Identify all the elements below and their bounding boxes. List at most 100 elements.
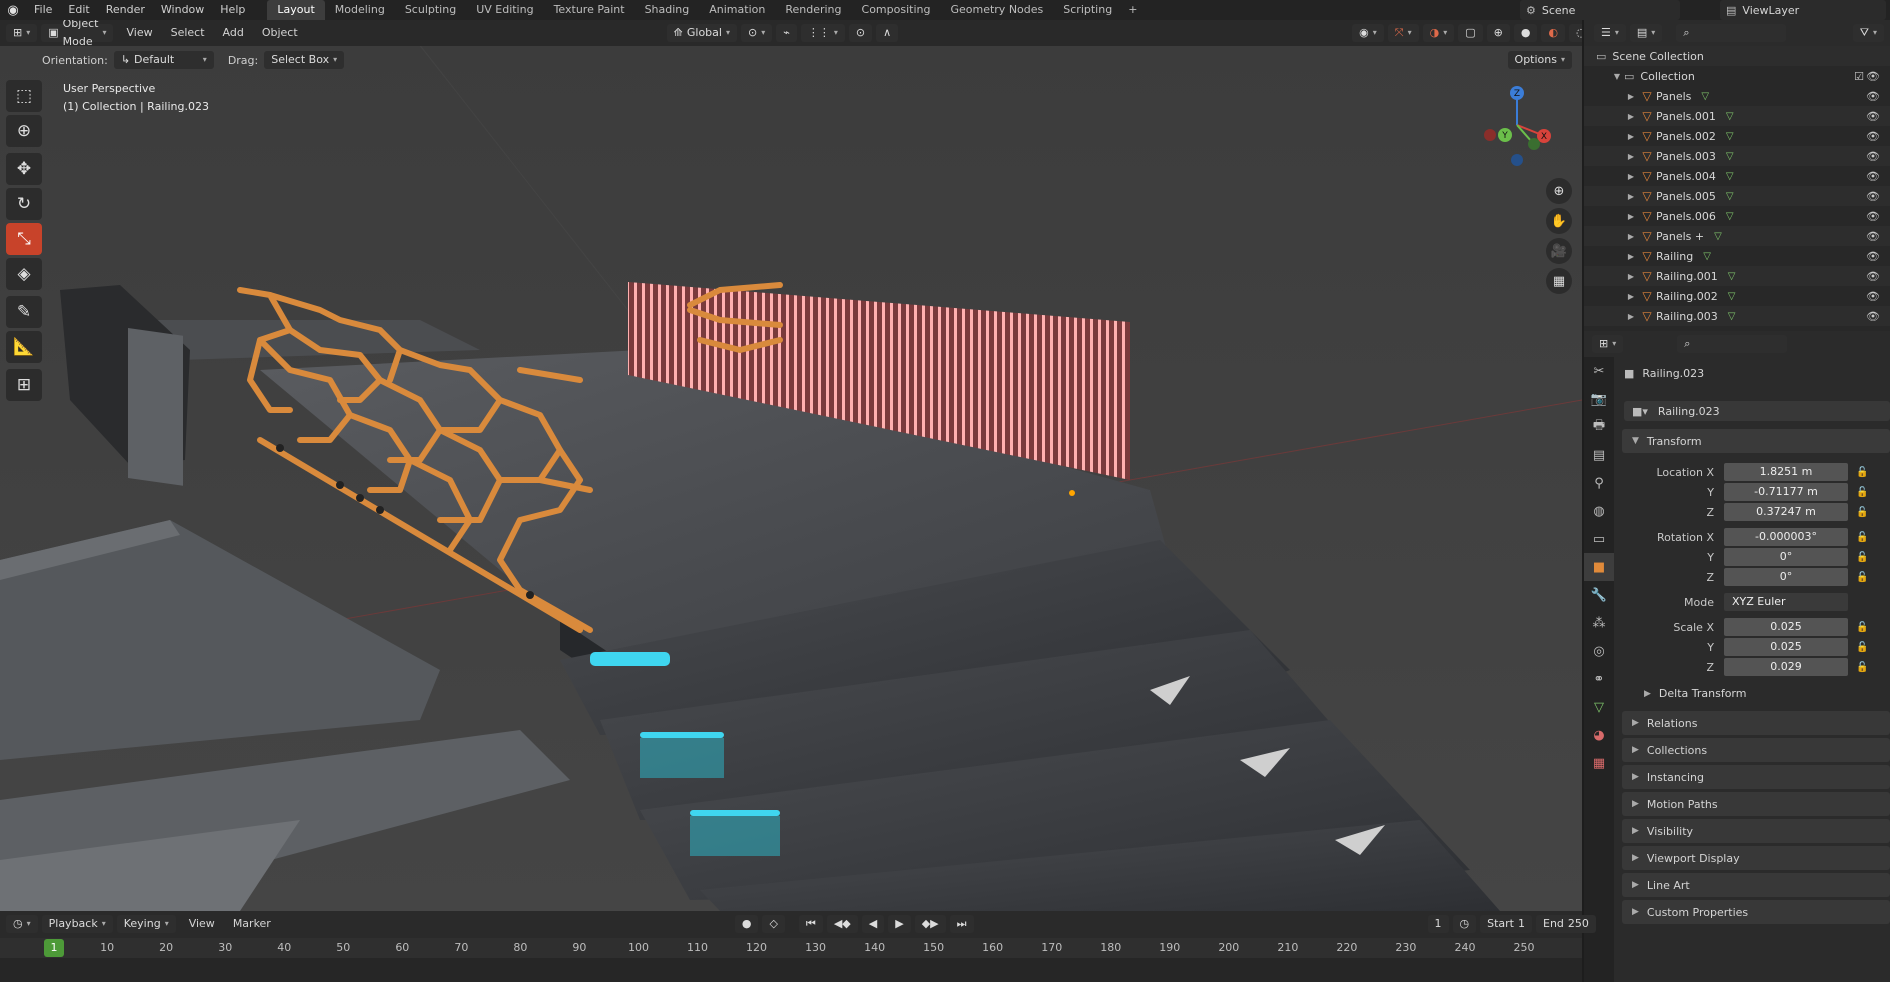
shading-solid-icon[interactable]: ●: [1513, 24, 1538, 42]
outliner-item[interactable]: ▶ ▽ Panels ▽ 👁: [1584, 86, 1890, 106]
eye-icon[interactable]: 👁: [1866, 110, 1880, 123]
lock-icon[interactable]: 🔓: [1856, 622, 1868, 633]
location-y-field[interactable]: -0.71177 m: [1724, 483, 1848, 501]
lock-icon[interactable]: 🔓: [1856, 532, 1868, 543]
expand-icon[interactable]: ▶: [1624, 292, 1638, 301]
timeline-menu-view[interactable]: View: [180, 911, 224, 937]
options-dropdown[interactable]: Options ▾: [1507, 51, 1572, 69]
expand-icon[interactable]: ▶: [1624, 272, 1638, 281]
panel-motion-paths[interactable]: ▶ Motion Paths: [1622, 792, 1890, 816]
expand-icon[interactable]: ▼: [1610, 72, 1624, 81]
expand-icon[interactable]: ▶: [1624, 92, 1638, 101]
viewport-menu-add[interactable]: Add: [214, 20, 253, 46]
eye-icon[interactable]: 👁: [1866, 70, 1880, 83]
mesh-data-icon[interactable]: ▽: [1726, 151, 1734, 162]
outliner-item[interactable]: ▶ ▽ Panels.003 ▽ 👁: [1584, 146, 1890, 166]
transform-orientation-dropdown[interactable]: ⟰ Global ▾: [666, 24, 737, 42]
play-icon[interactable]: ▶: [888, 915, 911, 933]
expand-icon[interactable]: ▶: [1624, 132, 1638, 141]
expand-icon[interactable]: ▶: [1624, 152, 1638, 161]
select-box-icon[interactable]: ⬚: [6, 80, 42, 112]
panel-visibility[interactable]: ▶ Visibility: [1622, 819, 1890, 843]
world-tab-icon[interactable]: ◍: [1584, 497, 1614, 525]
modifier-tab-icon[interactable]: 🔧: [1584, 581, 1614, 609]
outliner-item[interactable]: ▶ ▽ Railing ▽ 👁: [1584, 246, 1890, 266]
lock-icon[interactable]: 🔓: [1856, 507, 1868, 518]
mesh-data-icon[interactable]: ▽: [1728, 311, 1736, 322]
rotation-y-field[interactable]: 0°: [1724, 548, 1848, 566]
tool-tab-icon[interactable]: ✂: [1584, 357, 1614, 385]
visibility-dropdown[interactable]: ◉ ▾: [1352, 24, 1384, 42]
expand-icon[interactable]: ▶: [1624, 312, 1638, 321]
tab-animation[interactable]: Animation: [699, 0, 775, 20]
current-frame-field[interactable]: 1: [1427, 915, 1449, 933]
outliner-item[interactable]: ▶ ▽ Panels.006 ▽ 👁: [1584, 206, 1890, 226]
lock-icon[interactable]: 🔓: [1856, 552, 1868, 563]
outliner-item[interactable]: ▶ ▽ Panels.002 ▽ 👁: [1584, 126, 1890, 146]
record-icon[interactable]: ●: [734, 915, 759, 933]
tab-uv-editing[interactable]: UV Editing: [466, 0, 543, 20]
gizmo-toggle-icon[interactable]: ⤧ ▾: [1387, 24, 1419, 42]
tab-rendering[interactable]: Rendering: [775, 0, 851, 20]
view-layer-tab-icon[interactable]: ▤: [1584, 441, 1614, 469]
keying-dropdown[interactable]: Keying ▾: [116, 915, 176, 933]
checkbox-icon[interactable]: ☑: [1854, 70, 1864, 83]
menu-edit[interactable]: Edit: [60, 0, 97, 20]
scale-x-field[interactable]: 0.025: [1724, 618, 1848, 636]
tab-scripting[interactable]: Scripting: [1053, 0, 1122, 20]
scale-z-field[interactable]: 0.029: [1724, 658, 1848, 676]
outliner-item[interactable]: ▶ ▽ Railing.002 ▽ 👁: [1584, 286, 1890, 306]
drag-dropdown[interactable]: Select Box ▾: [264, 51, 345, 69]
render-tab-icon[interactable]: 📷: [1584, 385, 1614, 413]
rotation-x-field[interactable]: -0.000003°: [1724, 528, 1848, 546]
mode-dropdown[interactable]: ▣ Object Mode ▾: [41, 20, 114, 48]
3d-viewport[interactable]: ⊞ ▾ ▣ Object Mode ▾ View Select Add Object …: [0, 20, 1582, 911]
mesh-data-icon[interactable]: ▽: [1726, 211, 1734, 222]
scale-y-field[interactable]: 0.025: [1724, 638, 1848, 656]
location-z-field[interactable]: 0.37247 m: [1724, 503, 1848, 521]
menu-help[interactable]: Help: [212, 0, 253, 20]
menu-window[interactable]: Window: [153, 0, 212, 20]
scene-collection-row[interactable]: ▭ Scene Collection: [1584, 46, 1890, 66]
lock-icon[interactable]: 🔓: [1856, 487, 1868, 498]
eye-icon[interactable]: 👁: [1866, 90, 1880, 103]
menu-render[interactable]: Render: [98, 0, 153, 20]
shading-rendered-icon[interactable]: ◌▾: [1569, 24, 1582, 42]
panel-viewport-display[interactable]: ▶ Viewport Display: [1622, 846, 1890, 870]
tab-compositing[interactable]: Compositing: [852, 0, 941, 20]
falloff-icon[interactable]: ∧: [876, 24, 899, 42]
panel-custom-properties[interactable]: ▶ Custom Properties: [1622, 900, 1890, 924]
timeline-editor-type[interactable]: ◷ ▾: [6, 915, 38, 933]
collection-tab-icon[interactable]: ▭: [1584, 525, 1614, 553]
mesh-data-icon[interactable]: ▽: [1726, 171, 1734, 182]
xray-icon[interactable]: ▢: [1458, 24, 1483, 42]
collection-row[interactable]: ▼ ▭ Collection ☑ 👁: [1584, 66, 1890, 86]
grid-icon[interactable]: ▦: [1546, 268, 1572, 294]
view-layer-selector[interactable]: ▤ ViewLayer: [1720, 0, 1886, 20]
frame-ruler[interactable]: 1102030405060708090100110120130140150160…: [0, 938, 1582, 958]
move-icon[interactable]: ✥: [6, 153, 42, 185]
proportional-edit-icon[interactable]: ⊙: [848, 24, 873, 42]
mesh-data-icon[interactable]: ▽: [1728, 271, 1736, 282]
measure-icon[interactable]: 📐: [6, 331, 42, 363]
add-workspace-icon[interactable]: +: [1122, 0, 1143, 20]
outliner-item[interactable]: ▶ ▽ Panels.004 ▽ 👁: [1584, 166, 1890, 186]
transform-icon[interactable]: ◈: [6, 258, 42, 290]
tab-geometry-nodes[interactable]: Geometry Nodes: [940, 0, 1053, 20]
mesh-data-icon[interactable]: ▽: [1728, 291, 1736, 302]
panel-collections[interactable]: ▶ Collections: [1622, 738, 1890, 762]
outliner-item[interactable]: ▶ ▽ Panels + ▽ 👁: [1584, 226, 1890, 246]
constraints-tab-icon[interactable]: ⚭: [1584, 665, 1614, 693]
physics-tab-icon[interactable]: ◎: [1584, 637, 1614, 665]
orientation-dropdown[interactable]: ↳ Default ▾: [113, 51, 214, 69]
expand-icon[interactable]: ▶: [1624, 232, 1638, 241]
properties-search-input[interactable]: ⌕: [1677, 335, 1788, 353]
preview-range-icon[interactable]: ◷: [1452, 915, 1477, 933]
tab-sculpting[interactable]: Sculpting: [395, 0, 466, 20]
end-frame-field[interactable]: End 250: [1536, 915, 1596, 933]
panel-relations[interactable]: ▶ Relations: [1622, 711, 1890, 735]
outliner-item[interactable]: ▶ ▽ Panels.001 ▽ 👁: [1584, 106, 1890, 126]
pivot-dropdown[interactable]: ⊙ ▾: [740, 24, 773, 42]
outliner-search-input[interactable]: ⌕: [1676, 24, 1787, 42]
rotation-mode-dropdown[interactable]: XYZ Euler: [1724, 593, 1848, 611]
